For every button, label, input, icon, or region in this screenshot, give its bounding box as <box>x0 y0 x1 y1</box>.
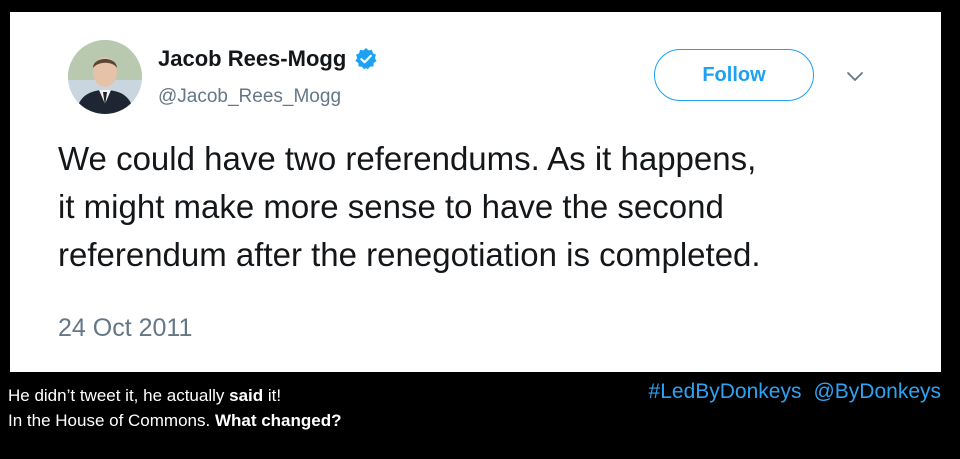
caption: He didn’t tweet it, he actually said it!… <box>8 383 342 433</box>
tweet-card: Jacob Rees-Mogg @Jacob_Rees_Mogg Follow … <box>10 12 941 372</box>
author-handle[interactable]: @Jacob_Rees_Mogg <box>158 86 341 108</box>
hashtag-credits: #LedByDonkeys @ByDonkeys <box>649 380 941 404</box>
avatar[interactable] <box>68 40 142 114</box>
follow-button[interactable]: Follow <box>654 49 814 101</box>
author-name-row: Jacob Rees-Mogg <box>158 46 378 72</box>
tweet-date[interactable]: 24 Oct 2011 <box>58 314 192 343</box>
caption-line-2: In the House of Commons. What changed? <box>8 408 342 433</box>
tweet-text-line: We could have two referendums. As it hap… <box>58 140 757 177</box>
caption-text: He didn’t tweet it, he actually <box>8 386 230 405</box>
hashtag-led-by-donkeys[interactable]: #LedByDonkeys <box>649 380 802 403</box>
caption-line-1: He didn’t tweet it, he actually said it! <box>8 383 342 408</box>
avatar-photo <box>68 40 142 114</box>
caption-emphasis: What changed? <box>214 411 342 430</box>
chevron-down-icon[interactable] <box>846 70 864 82</box>
caption-text: it! <box>263 386 282 405</box>
account-by-donkeys[interactable]: @ByDonkeys <box>813 380 941 403</box>
verified-badge-icon <box>354 47 378 71</box>
tweet-text-line: it might make more sense to have the sec… <box>58 188 724 225</box>
tweet-text: We could have two referendums. As it hap… <box>58 135 928 279</box>
tweet-text-line: referendum after the renegotiation is co… <box>58 236 761 273</box>
author-display-name[interactable]: Jacob Rees-Mogg <box>158 46 346 72</box>
caption-emphasis: said <box>229 386 264 405</box>
caption-text: In the House of Commons. <box>8 411 215 430</box>
